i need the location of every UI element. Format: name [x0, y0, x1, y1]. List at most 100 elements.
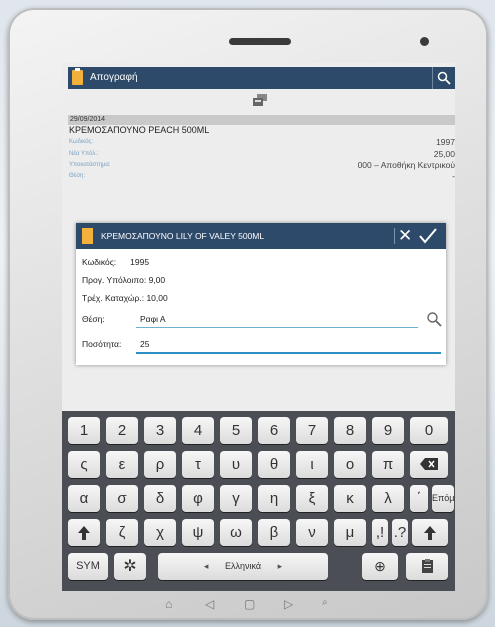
key-8[interactable]: 8 — [334, 417, 366, 444]
key-0[interactable]: 0 — [410, 417, 448, 444]
location-underline — [136, 327, 418, 328]
key-7[interactable]: 7 — [296, 417, 328, 444]
recent-apps-icon[interactable]: ⌂ — [165, 597, 172, 611]
sym-key[interactable]: SYM — [68, 553, 108, 580]
key-9[interactable]: 9 — [372, 417, 404, 444]
key-comma-exclaim[interactable]: ,! — [372, 519, 388, 546]
close-button[interactable]: ✕ — [398, 227, 412, 244]
globe-icon: ⊕ — [374, 558, 386, 574]
on-screen-keyboard: 1 2 3 4 5 6 7 8 9 0 ς ε ρ τ υ θ ι ο π α … — [62, 411, 455, 591]
space-language-label: Ελληνικά — [224, 561, 262, 571]
key-iota[interactable]: ι — [296, 451, 328, 478]
key-theta[interactable]: θ — [258, 451, 290, 478]
front-camera — [420, 37, 429, 46]
record-new-balance-label: Νέα Υπόλ.: — [69, 151, 99, 157]
code-label: Κωδικός: — [82, 257, 117, 267]
search-icon[interactable] — [426, 311, 442, 327]
search-icon[interactable]: ⌕ — [322, 597, 328, 608]
app-title: Απογραφή — [90, 72, 138, 83]
quantity-input[interactable]: 25 — [140, 339, 149, 349]
shift-arrow-icon — [424, 526, 436, 540]
key-zeta[interactable]: ζ — [106, 519, 138, 546]
key-psi[interactable]: ψ — [182, 519, 214, 546]
key-delta[interactable]: δ — [144, 485, 176, 512]
key-mu[interactable]: μ — [334, 519, 366, 546]
key-tonos[interactable]: ΄ — [410, 485, 428, 512]
dialog-title: ΚΡΕΜΟΣΑΠΟΥΝΟ LILY OF VALEY 500ML — [101, 231, 265, 241]
quantity-label: Ποσότητα: — [82, 339, 122, 349]
key-pi[interactable]: π — [372, 451, 404, 478]
key-upsilon[interactable]: υ — [220, 451, 252, 478]
search-button[interactable] — [432, 67, 455, 89]
settings-key[interactable]: ✲ — [114, 553, 146, 580]
record-code-label: Κωδικός: — [69, 139, 94, 145]
location-label: Θέση: — [82, 314, 105, 324]
key-gamma[interactable]: γ — [220, 485, 252, 512]
clipboard-icon — [421, 559, 433, 573]
record-product-title: ΚΡΕΜΟΣΑΠΟΥΝΟ PEACH 500ML — [69, 125, 210, 135]
record-branch-label: Υποκατάστημα: — [69, 162, 111, 168]
key-rho[interactable]: ρ — [144, 451, 176, 478]
key-2[interactable]: 2 — [106, 417, 138, 444]
header-divider — [394, 228, 395, 244]
record-details: Κωδικός: 1997 Νέα Υπόλ.: 25,00 Υποκατάστ… — [62, 137, 455, 187]
search-icon — [437, 71, 451, 85]
back-icon[interactable]: ◁ — [205, 597, 214, 611]
clipboard-key[interactable] — [406, 553, 448, 580]
system-nav-bar: ⌂ ◁ ▢ ▷ ⌕ — [62, 591, 455, 620]
key-5[interactable]: 5 — [220, 417, 252, 444]
language-key[interactable]: ⊕ — [362, 553, 398, 580]
home-icon[interactable]: ▢ — [244, 597, 255, 611]
key-final-sigma[interactable]: ς — [68, 451, 100, 478]
key-4[interactable]: 4 — [182, 417, 214, 444]
shift-key[interactable] — [68, 519, 100, 546]
key-xi[interactable]: ξ — [296, 485, 328, 512]
record-date: 29/09/2014 — [68, 115, 455, 125]
toolbar-copy-button[interactable] — [252, 93, 268, 112]
backspace-key[interactable] — [410, 451, 448, 478]
record-location-value: - — [452, 171, 455, 181]
space-bar[interactable]: ◂ Ελληνικά ▸ — [158, 553, 328, 580]
location-input[interactable]: Ραφι Α — [140, 314, 166, 324]
gear-icon: ✲ — [123, 558, 137, 575]
shift-arrow-icon — [78, 526, 90, 540]
key-chi[interactable]: χ — [144, 519, 176, 546]
record-location-label: Θέση: — [69, 173, 86, 179]
key-omega[interactable]: ω — [220, 519, 252, 546]
key-beta[interactable]: β — [258, 519, 290, 546]
key-omicron[interactable]: ο — [334, 451, 366, 478]
stack-icon — [253, 94, 267, 106]
code-value: 1995 — [130, 257, 150, 267]
current-entry-label: Τρέχ. Καταχώρ.: — [82, 293, 145, 303]
screen: Απογραφή 29/09/2014 ΚΡΕΜΟΣΑΠΟΥΝΟ PEACH 5… — [62, 63, 455, 591]
key-kappa[interactable]: κ — [334, 485, 366, 512]
backspace-icon — [420, 458, 438, 470]
key-sigma[interactable]: σ — [106, 485, 138, 512]
current-entry-value: 10,00 — [146, 293, 168, 303]
key-1[interactable]: 1 — [68, 417, 100, 444]
key-epsilon[interactable]: ε — [106, 451, 138, 478]
key-eta[interactable]: η — [258, 485, 290, 512]
action-bar: Απογραφή — [68, 67, 455, 89]
key-nu[interactable]: ν — [296, 519, 328, 546]
shift-right-key[interactable] — [412, 519, 448, 546]
key-3[interactable]: 3 — [144, 417, 176, 444]
enter-next-key[interactable]: Επόμ. — [432, 485, 455, 512]
key-lambda[interactable]: λ — [372, 485, 404, 512]
key-6[interactable]: 6 — [258, 417, 290, 444]
key-alpha[interactable]: α — [68, 485, 100, 512]
quantity-underline — [136, 352, 441, 354]
menu-icon[interactable]: ▷ — [284, 597, 293, 611]
key-tau[interactable]: τ — [182, 451, 214, 478]
dialog-header: ΚΡΕΜΟΣΑΠΟΥΝΟ LILY OF VALEY 500ML ✕ — [76, 223, 446, 249]
edit-dialog: ΚΡΕΜΟΣΑΠΟΥΝΟ LILY OF VALEY 500ML ✕ Κωδικ… — [76, 223, 446, 365]
current-entry-row: Τρέχ. Καταχώρ.: 10,00 — [82, 293, 168, 303]
key-period-question[interactable]: .? — [392, 519, 408, 546]
key-phi[interactable]: φ — [182, 485, 214, 512]
confirm-check-icon[interactable] — [418, 227, 438, 245]
clipboard-icon — [82, 228, 93, 244]
record-new-balance-value: 25,00 — [433, 149, 455, 159]
code-row: Κωδικός: 1995 — [82, 257, 149, 267]
speaker-grille — [229, 38, 291, 45]
clipboard-icon — [72, 68, 83, 85]
